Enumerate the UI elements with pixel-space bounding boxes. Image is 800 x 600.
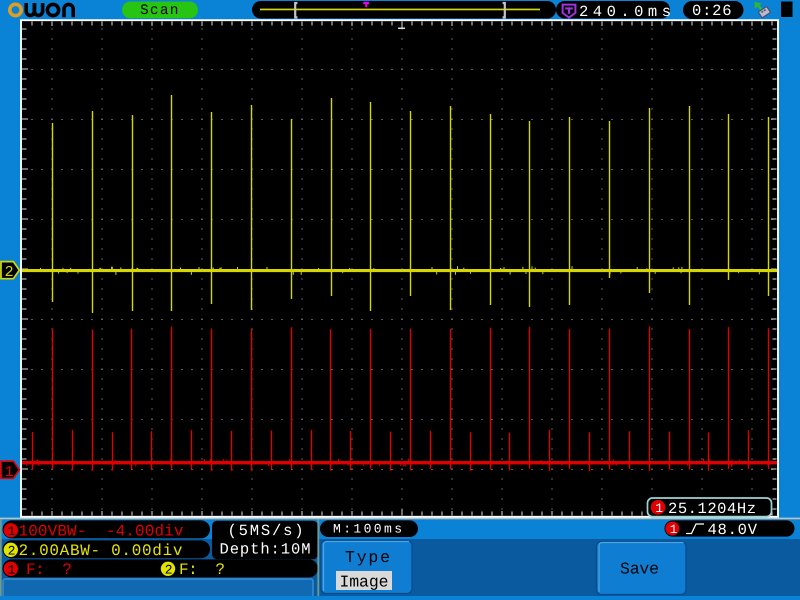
svg-text:240.0ms: 240.0ms [579, 3, 671, 21]
svg-text:2.00ABW- 0.00div: 2.00ABW- 0.00div [19, 542, 183, 560]
svg-text:2: 2 [165, 563, 173, 578]
svg-text:0:26: 0:26 [692, 2, 732, 20]
svg-text:100VBW- -4.00div: 100VBW- -4.00div [19, 522, 184, 540]
svg-text:Image: Image [340, 572, 389, 591]
svg-text:48.0V: 48.0V [708, 521, 758, 539]
svg-text:1: 1 [655, 501, 663, 516]
svg-text:F: ?: F: ? [26, 561, 72, 579]
svg-text:Scan: Scan [140, 3, 179, 19]
svg-text:25.1204Hz: 25.1204Hz [668, 500, 756, 518]
svg-text:1: 1 [5, 464, 14, 481]
svg-text:1: 1 [8, 563, 16, 578]
svg-text:Type: Type [345, 548, 390, 567]
svg-text:1: 1 [8, 524, 16, 539]
svg-text:F: ?: F: ? [179, 561, 225, 579]
svg-text:Save: Save [620, 560, 659, 579]
svg-text:2: 2 [5, 264, 14, 281]
svg-text:M:100ms: M:100ms [333, 522, 402, 537]
svg-text:Depth:10M: Depth:10M [220, 540, 311, 558]
svg-text:1: 1 [670, 523, 678, 537]
svg-text:2: 2 [8, 544, 16, 559]
svg-text:(5MS/s): (5MS/s) [228, 522, 304, 540]
